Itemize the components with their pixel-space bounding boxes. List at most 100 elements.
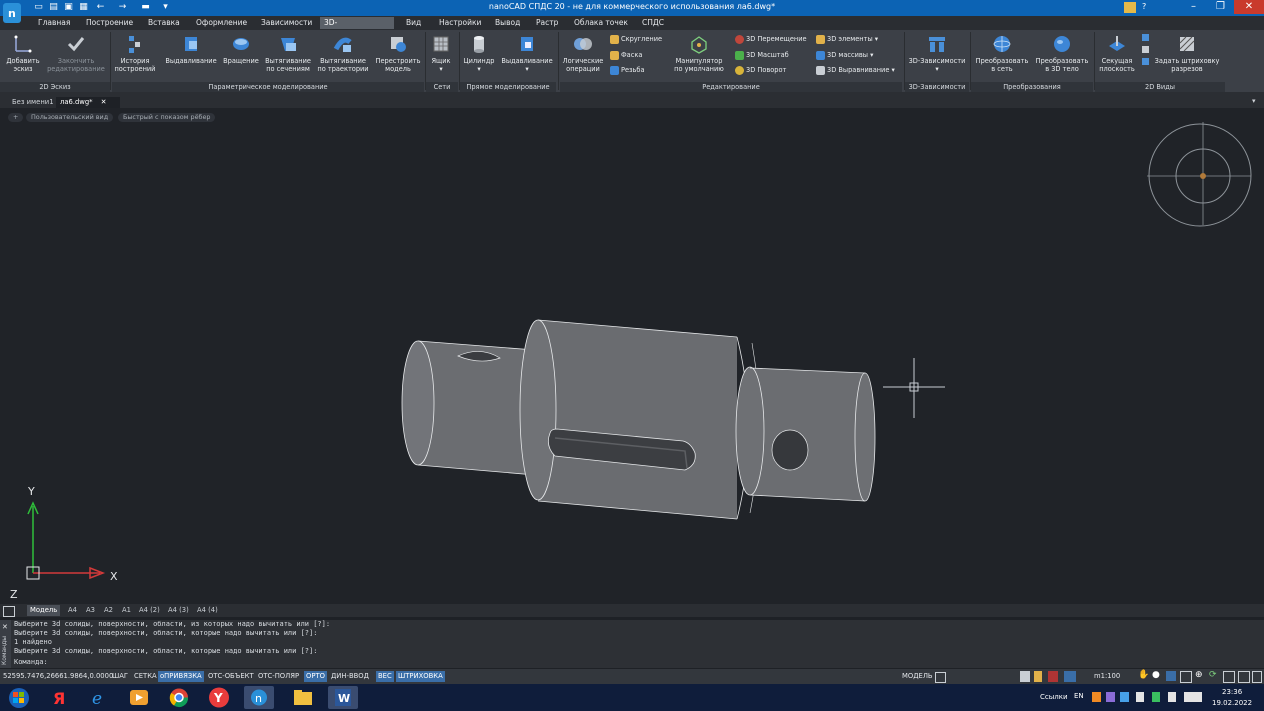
panel-label-conversions[interactable]: Преобразования xyxy=(971,82,1093,92)
tab-construct[interactable]: Построение xyxy=(82,17,137,29)
zoom-window-icon[interactable] xyxy=(1166,671,1176,681)
arrays-3d-button[interactable]: 3D массивы ▾ xyxy=(816,50,873,60)
yandex-icon[interactable]: Я xyxy=(44,686,74,709)
viewport-menu-button[interactable]: + xyxy=(8,113,24,122)
section-plane-button[interactable]: Секущая плоскость xyxy=(1097,34,1137,73)
toggle-hatch[interactable]: ШТРИХОВКА xyxy=(396,671,445,682)
scale-readout[interactable]: m1:100 xyxy=(1092,671,1122,682)
tab-format[interactable]: Оформление xyxy=(192,17,251,29)
internet-explorer-icon[interactable]: e xyxy=(84,686,114,709)
toggle-osnap[interactable]: оПРИВЯЗКА xyxy=(158,671,204,682)
links-toolbar-label[interactable]: Ссылки xyxy=(1040,693,1068,701)
model-switch-icon[interactable] xyxy=(935,672,946,683)
boolean-ops-button[interactable]: Логические операции xyxy=(561,34,605,73)
language-indicator[interactable]: EN xyxy=(1074,692,1084,700)
layout-tab-model[interactable]: Модель xyxy=(27,605,61,616)
tab-constraints[interactable]: Зависимости xyxy=(257,17,316,29)
command-prompt-input[interactable]: Команда: xyxy=(14,658,48,666)
tab-3d-tools[interactable]: 3D-инструменты xyxy=(320,17,394,39)
status-menu-icon[interactable] xyxy=(1252,671,1262,683)
yandex-browser-icon[interactable]: Y xyxy=(204,686,234,709)
panel-label-parametric[interactable]: Параметрическое моделирование xyxy=(112,82,424,92)
tabs-dropdown-icon[interactable]: ▾ xyxy=(1252,97,1256,105)
layout-tab-a3[interactable]: A3 xyxy=(83,605,98,616)
history-button[interactable]: История построений xyxy=(112,34,158,73)
close-tab-icon[interactable]: ✕ xyxy=(101,98,107,106)
tab-output[interactable]: Вывод xyxy=(491,17,524,29)
panel-label-direct-modeling[interactable]: Прямое моделирование xyxy=(460,82,556,92)
panel-label-3d-constraints[interactable]: 3D-Зависимости xyxy=(905,82,969,92)
convert-to-solid-button[interactable]: Преобразовать в 3D тело xyxy=(1033,34,1091,73)
shaft-3d-model[interactable] xyxy=(395,313,885,528)
toggle-otrack[interactable]: ОТС-ОБЪЕКТ xyxy=(206,671,256,682)
panel-label-2d-sketch[interactable]: 2D Эскиз xyxy=(0,82,110,92)
panel-label-nets[interactable]: Сети xyxy=(426,82,458,92)
sweep-button[interactable]: Вытягивание по траектории xyxy=(315,34,371,73)
elements-3d-button[interactable]: 3D элементы ▾ xyxy=(816,34,878,44)
toggle-polar[interactable]: ОТС-ПОЛЯР xyxy=(256,671,301,682)
clock-date[interactable]: 19.02.2022 xyxy=(1212,699,1252,707)
layout-tab-a4[interactable]: A4 xyxy=(65,605,80,616)
doc-tab-unnamed[interactable]: Без имени1 xyxy=(8,97,60,108)
layout-tab-a1[interactable]: A1 xyxy=(119,605,134,616)
coordinates-readout[interactable]: 52595.7476,26661.9864,0.0000 xyxy=(1,671,115,682)
view-compass[interactable] xyxy=(1146,118,1256,228)
chamfer-button[interactable]: Фаска xyxy=(610,50,642,60)
revolve-button[interactable]: Вращение xyxy=(220,34,262,65)
tab-insert[interactable]: Вставка xyxy=(144,17,184,29)
direct-extrude-button[interactable]: Выдавливание ▾ xyxy=(498,34,556,73)
view-tool-icons[interactable] xyxy=(1142,34,1150,76)
layout-menu-icon[interactable] xyxy=(3,606,15,617)
manipulator-button[interactable]: Манипулятор по умолчанию xyxy=(668,34,730,73)
minimize-button[interactable]: – xyxy=(1180,0,1207,14)
convert-to-mesh-button[interactable]: Преобразовать в сеть xyxy=(973,34,1031,73)
pan-icon[interactable]: ✋ xyxy=(1138,670,1149,680)
tray-icons[interactable] xyxy=(1092,692,1202,702)
layout-tab-a4-3[interactable]: A4 (3) xyxy=(165,605,192,616)
annotation-icons[interactable] xyxy=(1020,671,1076,682)
add-sketch-button[interactable]: Добавить эскиз xyxy=(2,34,44,73)
maximize-button[interactable]: ❐ xyxy=(1207,0,1234,14)
cylinder-button[interactable]: Цилиндр ▾ xyxy=(462,34,496,73)
workspace-icon[interactable] xyxy=(1124,2,1136,13)
set-section-hatch-button[interactable]: Задать штриховку разрезов xyxy=(1154,34,1220,73)
scale-3d-button[interactable]: 3D Масштаб xyxy=(735,50,789,60)
rotate-3d-button[interactable]: 3D Поворот xyxy=(735,65,786,75)
close-button[interactable]: ✕ xyxy=(1234,0,1264,14)
toggle-ortho[interactable]: ОРТО xyxy=(304,671,327,682)
move-3d-button[interactable]: 3D Перемещение xyxy=(735,34,807,44)
fullscreen-icon[interactable] xyxy=(1238,671,1250,683)
tab-spds[interactable]: СПДС xyxy=(638,17,668,29)
model-space-button[interactable]: МОДЕЛЬ xyxy=(900,671,935,682)
doc-tab-la6[interactable]: ла6.dwg* ✕ xyxy=(56,97,120,108)
drawing-viewport[interactable]: + Пользовательский вид Быстрый с показом… xyxy=(0,108,1264,604)
finish-editing-button[interactable]: Закончить редактирование xyxy=(44,34,108,73)
thread-button[interactable]: Резьба xyxy=(610,65,645,75)
visual-style-chip[interactable]: Быстрый с показом рёбер xyxy=(118,113,216,122)
align-3d-button[interactable]: 3D Выравнивание ▾ xyxy=(816,65,895,75)
loft-button[interactable]: Вытягивание по сечениям xyxy=(263,34,313,73)
layout-tab-a4-2[interactable]: A4 (2) xyxy=(136,605,163,616)
view-name-chip[interactable]: Пользовательский вид xyxy=(26,113,114,122)
toggle-dyn-input[interactable]: ДИН-ВВОД xyxy=(329,671,371,682)
viewports-icon[interactable] xyxy=(1223,671,1235,683)
close-command-icon[interactable]: ✕ xyxy=(2,623,8,631)
fillet-button[interactable]: Скругление xyxy=(610,34,662,44)
tab-settings[interactable]: Настройки xyxy=(435,17,485,29)
tab-raster[interactable]: Растр xyxy=(532,17,562,29)
toggle-grid[interactable]: СЕТКА xyxy=(132,671,159,682)
rebuild-model-button[interactable]: Перестроить модель xyxy=(373,34,423,73)
toggle-lineweight[interactable]: ВЕС xyxy=(376,671,394,682)
layout-tab-a2[interactable]: A2 xyxy=(101,605,116,616)
nanocad-taskbar-icon[interactable]: n xyxy=(244,686,274,709)
clock-time[interactable]: 23:36 xyxy=(1222,688,1242,696)
word-icon[interactable]: W xyxy=(328,686,358,709)
media-player-icon[interactable] xyxy=(124,686,154,709)
tab-point-clouds[interactable]: Облака точек xyxy=(570,17,632,29)
extrude-button[interactable]: Выдавливание xyxy=(164,34,218,65)
box-button[interactable]: Ящик ▾ xyxy=(428,34,454,73)
chrome-icon[interactable] xyxy=(164,686,194,709)
start-button[interactable] xyxy=(4,686,34,709)
app-logo-icon[interactable]: n xyxy=(3,3,21,23)
panel-label-editing[interactable]: Редактирование xyxy=(560,82,902,92)
